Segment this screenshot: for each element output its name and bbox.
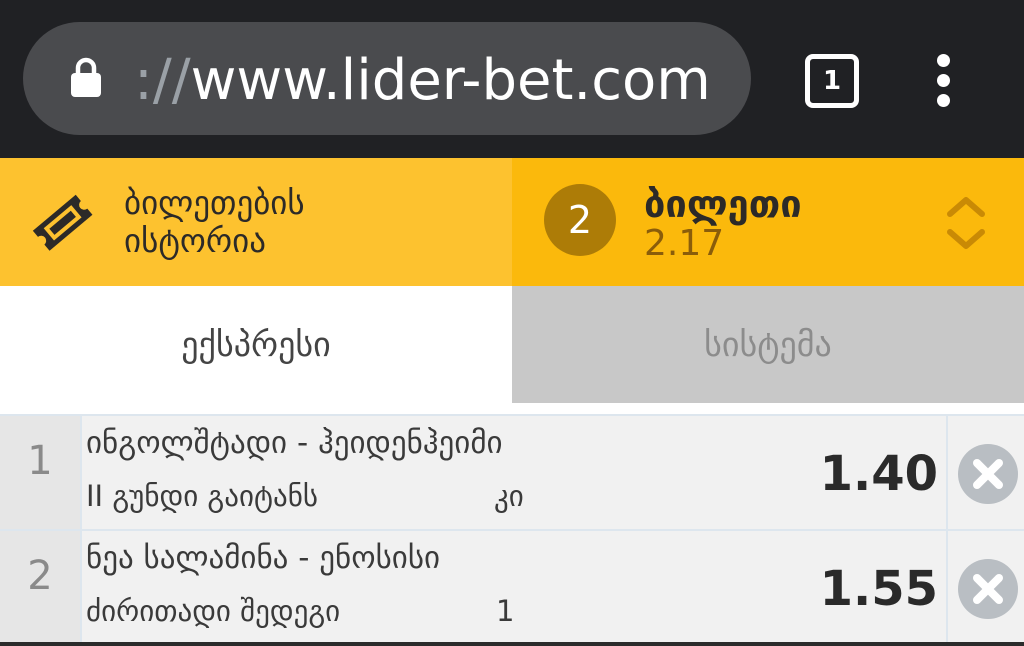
market-name: ძირითადი შედეგი <box>86 594 341 628</box>
bet-history-label: ბილეთების ისტორია <box>124 184 504 260</box>
betslip-title: ბილეთი <box>644 182 802 226</box>
address-bar[interactable]: ://www.lider-bet.com <box>23 22 751 135</box>
lock-icon <box>71 57 101 97</box>
bet-index: 1 <box>0 416 82 529</box>
overflow-menu-icon[interactable] <box>930 52 958 108</box>
bet-row: 1 ინგოლშტადი - ჰეიდენჰეიმი II გუნდი გაიტ… <box>0 414 1024 529</box>
outcome: 1 <box>496 594 515 628</box>
tab-switcher-icon[interactable]: 1 <box>805 54 859 108</box>
remove-bet-button[interactable] <box>958 559 1018 619</box>
odds-value: 1.40 <box>819 446 938 502</box>
remove-cell <box>946 416 1024 529</box>
match-name: ინგოლშტადი - ჰეიდენჰეიმი <box>86 425 503 461</box>
market-name: II გუნდი გაიტანს <box>86 479 319 513</box>
browser-toolbar: ://www.lider-bet.com 1 <box>0 0 1024 158</box>
tab-count: 1 <box>822 66 842 96</box>
bet-count-badge: 2 <box>544 184 616 256</box>
close-icon <box>973 459 1003 489</box>
bet-history-label-line2: ისტორია <box>124 221 266 260</box>
odds-value: 1.55 <box>819 561 938 617</box>
ticket-icon <box>32 194 93 251</box>
bottom-edge <box>0 642 1024 646</box>
tab-system[interactable]: სისტემა <box>512 286 1024 403</box>
url-text: ://www.lider-bet.com <box>134 46 711 116</box>
expand-collapse-icon[interactable] <box>944 192 988 254</box>
match-name: ნეა სალამინა - ენოსისი <box>86 540 441 576</box>
outcome: კი <box>494 479 524 513</box>
bet-index: 2 <box>0 531 82 644</box>
bet-row: 2 ნეა სალამინა - ენოსისი ძირითადი შედეგი… <box>0 529 1024 644</box>
remove-cell <box>946 531 1024 644</box>
url-host: www.lider-bet.com <box>190 48 711 113</box>
close-icon <box>973 574 1003 604</box>
bet-history-label-line1: ბილეთების <box>124 183 305 222</box>
tab-express[interactable]: ექსპრესი <box>0 286 512 403</box>
url-scheme: :// <box>134 48 191 113</box>
remove-bet-button[interactable] <box>958 444 1018 504</box>
total-odds: 2.17 <box>644 223 725 264</box>
betslip-header[interactable]: 2 ბილეთი 2.17 <box>512 158 1024 286</box>
bet-history-button[interactable]: ბილეთების ისტორია <box>0 158 512 286</box>
